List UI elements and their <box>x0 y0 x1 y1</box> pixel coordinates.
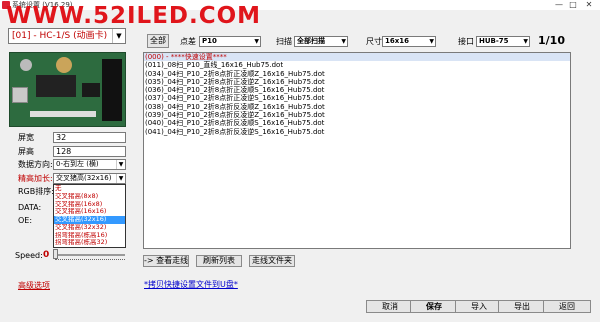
speed-value: 0 <box>43 250 50 260</box>
dropdown-option[interactable]: 无 <box>54 185 125 193</box>
export-button[interactable]: 导出 <box>498 300 546 313</box>
chevron-down-icon: ▼ <box>254 38 259 45</box>
back-button[interactable]: 返回 <box>543 300 591 313</box>
dropdown-option[interactable]: 拐弯猪高(栋高32) <box>54 239 125 247</box>
chevron-down-icon: ▼ <box>341 38 346 45</box>
scan-extend-dropdown: 无 交叉猪高(8x8) 交叉猪高(16x8) 交叉猪高(16x16) 交叉猪高(… <box>53 184 126 248</box>
list-item[interactable]: (038)_04扫_P10_2折8点折反凌顺Z_16x16_Hub75.dot <box>144 103 570 111</box>
height-field[interactable]: 128 <box>53 146 126 157</box>
chevron-down-icon: ▼ <box>429 38 434 45</box>
oe-label: OE: <box>18 216 33 225</box>
list-item[interactable]: (037)_04扫_P10_2折8点折正凌逆S_16x16_Hub75.dot <box>144 94 570 102</box>
maximize-button[interactable]: □ <box>566 0 580 10</box>
speed-slider-ticks <box>55 259 125 262</box>
scan-extend-label: 精高加长: <box>18 174 53 183</box>
all-button[interactable]: 全部 <box>147 34 169 48</box>
list-item[interactable]: (035)_04扫_P10_2折8点折正凌逆Z_16x16_Hub75.dot <box>144 78 570 86</box>
speed-label: Speed: <box>15 251 43 260</box>
size-label: 尺寸 <box>366 37 382 46</box>
size-value: 16x16 <box>385 37 409 45</box>
dropdown-option[interactable]: 交叉猪高(8x8) <box>54 193 125 201</box>
direction-select[interactable]: 0-右到左 (横) ▼ <box>53 159 126 170</box>
direction-value: 0-右到左 (横) <box>56 160 99 168</box>
list-item[interactable]: (034)_04扫_P10_2折8点折正凌顺Z_16x16_Hub75.dot <box>144 70 570 78</box>
width-label: 屏宽 <box>18 133 34 142</box>
speed-slider-track[interactable] <box>55 254 125 256</box>
copy-to-usb-link[interactable]: *拷贝快捷设置文件到U盘* <box>144 279 238 290</box>
view-trace-button[interactable]: -> 查看走线 <box>143 255 189 267</box>
scan-label: 扫描 <box>276 37 292 46</box>
list-item[interactable]: (041)_04扫_P10_2折8点折反凌逆S_16x16_Hub75.dot <box>144 128 570 136</box>
import-button[interactable]: 导入 <box>455 300 503 313</box>
dropdown-option-selected[interactable]: 交叉猪高(32x16) <box>54 216 125 224</box>
width-field[interactable]: 32 <box>53 132 126 143</box>
watermark-text: WWW.52ILED.COM <box>6 3 262 29</box>
config-file-list[interactable]: (000) - ****快速设置**** (011)_08扫_P10_直线_16… <box>143 52 571 249</box>
refresh-list-button[interactable]: 刷新列表 <box>196 255 242 267</box>
chevron-down-icon: ▼ <box>523 38 528 45</box>
minimize-button[interactable]: — <box>552 0 566 10</box>
cancel-button[interactable]: 取消 <box>366 300 414 313</box>
close-button[interactable]: ✕ <box>582 0 596 10</box>
dropdown-option[interactable]: 交叉猪高(16x8) <box>54 201 125 209</box>
dropdown-option[interactable]: 拐弯猪高(栋高16) <box>54 232 125 240</box>
page-indicator: 1/10 <box>538 34 565 47</box>
dropdown-option[interactable]: 交叉猪高(16x16) <box>54 208 125 216</box>
scan-value: 全部扫描 <box>297 37 325 45</box>
chevron-down-icon: ▼ <box>116 160 125 169</box>
rgb-order-label: RGB排序: <box>18 187 54 196</box>
scan-extend-select[interactable]: 交叉猪高(32x16) ▼ <box>53 173 126 184</box>
advanced-options-link[interactable]: 高级选项 <box>18 280 50 291</box>
pitch-value: P10 <box>202 37 217 45</box>
scan-extend-value: 交叉猪高(32x16) <box>56 174 112 182</box>
pitch-label: 点差 <box>180 37 196 46</box>
direction-label: 数据方向: <box>18 160 53 169</box>
height-label: 屏高 <box>18 147 34 156</box>
scan-select[interactable]: 全部扫描 ▼ <box>294 36 348 47</box>
dropdown-option[interactable]: 交叉猪高(32x32) <box>54 224 125 232</box>
port-select[interactable]: HUB-75 ▼ <box>476 36 530 47</box>
chevron-down-icon: ▼ <box>116 174 125 183</box>
list-item[interactable]: (011)_08扫_P10_直线_16x16_Hub75.dot <box>144 61 570 69</box>
port-label: 接口 <box>458 37 474 46</box>
trace-folder-button[interactable]: 走线文件夹 <box>249 255 295 267</box>
model-value: [01] - HC-1/S (动画卡) <box>12 31 108 41</box>
data-label: DATA: <box>18 203 42 212</box>
save-button[interactable]: 保存 <box>410 300 458 313</box>
port-value: HUB-75 <box>479 37 509 45</box>
model-select[interactable]: [01] - HC-1/S (动画卡) ▼ <box>8 28 126 44</box>
chevron-down-icon: ▼ <box>112 29 125 43</box>
controller-board-image <box>9 52 126 127</box>
list-item[interactable]: (040)_04扫_P10_2折8点折反凌顺S_16x16_Hub75.dot <box>144 119 570 127</box>
size-select[interactable]: 16x16 ▼ <box>382 36 436 47</box>
pitch-select[interactable]: P10 ▼ <box>199 36 261 47</box>
speed-slider-thumb[interactable] <box>53 249 58 259</box>
